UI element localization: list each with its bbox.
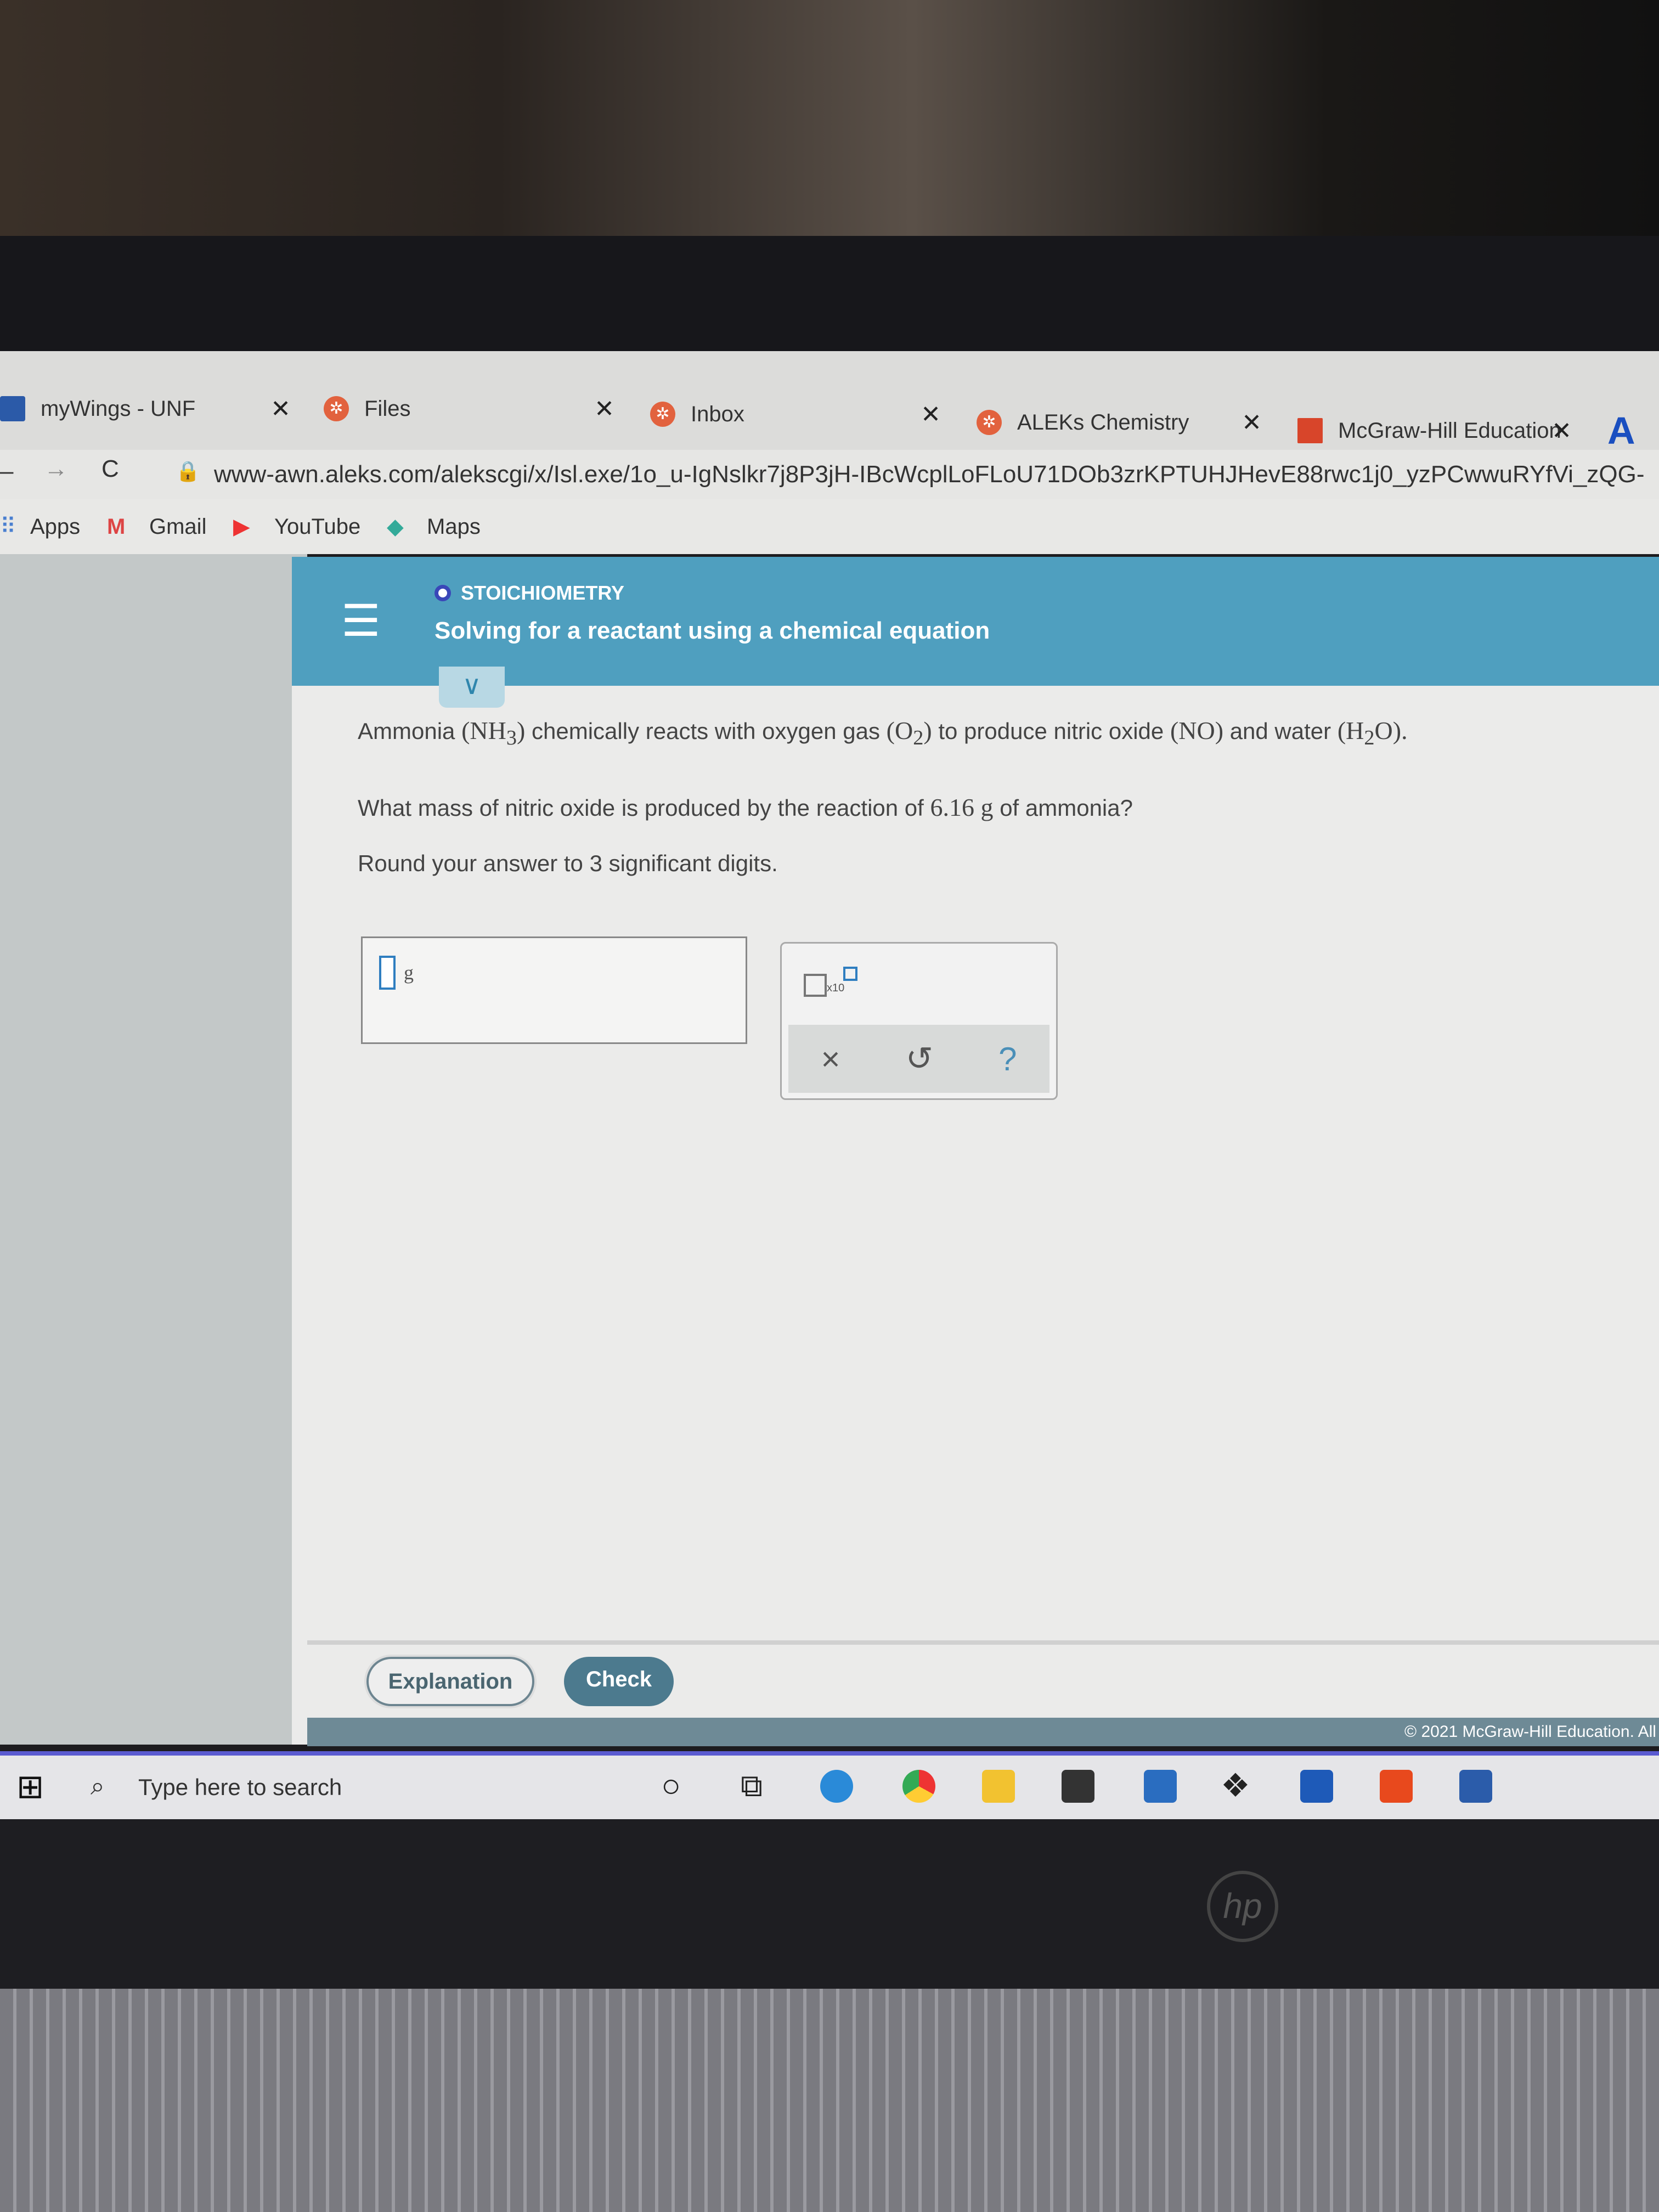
edge-icon[interactable] xyxy=(820,1770,853,1803)
url-input[interactable]: www-awn.aleks.com/alekscgi/x/Isl.exe/1o_… xyxy=(214,456,1659,524)
screen-bezel xyxy=(0,236,1659,351)
task-view-icon[interactable]: ⧉ xyxy=(741,1768,763,1804)
menu-icon[interactable]: ☰ xyxy=(341,595,381,646)
tab-label: myWings - UNF xyxy=(41,396,196,421)
left-margin xyxy=(0,554,307,1745)
reload-icon[interactable]: C xyxy=(101,455,119,483)
close-icon[interactable]: ✕ xyxy=(921,400,941,428)
dropbox-icon[interactable]: ❖ xyxy=(1221,1767,1250,1805)
formula-nh3: (NH3) xyxy=(461,716,526,750)
app-icon[interactable] xyxy=(1300,1770,1333,1803)
close-icon[interactable]: ✕ xyxy=(1551,417,1572,445)
tab-label: McGraw-Hill Education xyxy=(1338,418,1561,443)
bookmark-apps[interactable]: Apps xyxy=(30,515,80,539)
close-icon[interactable]: ✕ xyxy=(594,395,614,423)
tab-inbox[interactable]: ✲ Inbox ✕ xyxy=(650,390,941,439)
mail-icon[interactable] xyxy=(1144,1770,1177,1803)
answer-field[interactable] xyxy=(379,956,396,990)
tab-label: Inbox xyxy=(691,402,744,426)
check-button[interactable]: Check xyxy=(564,1657,674,1706)
taskbar-search-input[interactable]: Type here to search xyxy=(138,1774,342,1801)
question-prompt: What mass of nitric oxide is produced by… xyxy=(358,793,1133,821)
help-button[interactable]: ? xyxy=(998,1040,1017,1078)
copyright: © 2021 McGraw-Hill Education. All xyxy=(1404,1723,1656,1741)
office-icon[interactable] xyxy=(1380,1770,1413,1803)
bookmarks-bar: ⠿ Apps M Gmail ▶ YouTube ◆ Maps xyxy=(0,499,1659,554)
store-icon[interactable] xyxy=(1062,1770,1094,1803)
word-icon[interactable] xyxy=(1459,1770,1492,1803)
formula-o2: (O2) xyxy=(886,716,932,750)
canvas-icon: ✲ xyxy=(977,410,1002,435)
rounding-instruction: Round your answer to 3 significant digit… xyxy=(358,850,778,876)
unit-label: g xyxy=(404,962,414,984)
tab-mcgraw-hill[interactable]: McGraw-Hill Education ✕ xyxy=(1297,406,1572,455)
text: Ammonia xyxy=(358,718,455,744)
close-icon[interactable]: ✕ xyxy=(270,395,291,423)
footer: © 2021 McGraw-Hill Education. All xyxy=(307,1718,1659,1746)
lock-icon: 🔒 xyxy=(176,460,200,482)
tab-label: Files xyxy=(364,396,411,421)
unf-icon xyxy=(0,396,25,421)
taskbar: ⊞ ⌕ Type here to search ○ ⧉ ❖ xyxy=(0,1751,1659,1819)
divider xyxy=(307,1640,1659,1645)
scientific-notation-button[interactable] xyxy=(804,974,827,997)
gmail-icon: M xyxy=(107,514,126,539)
apps-icon: ⠿ xyxy=(0,515,16,539)
close-icon[interactable]: ✕ xyxy=(1242,409,1262,437)
math-palette: x10 × ↺ ? xyxy=(780,942,1058,1100)
maps-icon: ◆ xyxy=(387,515,404,539)
canvas-icon: ✲ xyxy=(650,402,675,427)
address-bar: – → C 🔒 www-awn.aleks.com/alekscgi/x/Isl… xyxy=(0,450,1659,524)
tab-label: ALEKs Chemistry xyxy=(1017,410,1189,435)
chrome-icon[interactable] xyxy=(902,1770,935,1803)
aleks-tab-icon[interactable]: A xyxy=(1607,409,1635,453)
bookmark-youtube[interactable]: YouTube xyxy=(274,515,360,539)
answer-input[interactable]: g xyxy=(361,936,747,1044)
mass-value: 6.16 g xyxy=(930,793,994,821)
text: to produce nitric oxide xyxy=(938,718,1164,744)
topic-text: STOICHIOMETRY xyxy=(461,582,625,604)
page-title: Solving for a reactant using a chemical … xyxy=(435,617,990,644)
laptop-bezel xyxy=(0,1819,1659,1989)
exponent-box-icon xyxy=(843,967,857,981)
topic-label: STOICHIOMETRY xyxy=(435,582,624,605)
canvas-icon: ✲ xyxy=(324,396,349,421)
search-icon: ⌕ xyxy=(91,1771,105,1800)
mcgraw-hill-icon xyxy=(1297,418,1323,443)
explanation-button[interactable]: Explanation xyxy=(366,1657,534,1706)
forward-icon[interactable]: → xyxy=(44,455,68,483)
tab-files[interactable]: ✲ Files ✕ xyxy=(324,384,614,433)
back-icon[interactable]: – xyxy=(0,458,13,485)
youtube-icon: ▶ xyxy=(233,515,250,539)
chevron-down-icon[interactable]: ∨ xyxy=(439,667,505,708)
file-explorer-icon[interactable] xyxy=(982,1770,1015,1803)
cortana-icon[interactable]: ○ xyxy=(661,1767,681,1804)
laptop-keyboard xyxy=(0,1989,1659,2212)
tab-mywings[interactable]: myWings - UNF ✕ xyxy=(0,384,291,433)
formula-h2o: (H2O). xyxy=(1337,716,1408,750)
topic-circle-icon xyxy=(435,585,451,601)
bookmark-gmail[interactable]: Gmail xyxy=(149,515,206,539)
x10-label: x10 xyxy=(827,982,845,994)
hp-logo: hp xyxy=(1207,1871,1278,1942)
background-photo xyxy=(0,0,1659,236)
tab-aleks-chemistry[interactable]: ✲ ALEKs Chemistry ✕ xyxy=(977,398,1262,447)
windows-start-icon[interactable]: ⊞ xyxy=(16,1768,44,1806)
undo-button[interactable]: ↺ xyxy=(906,1040,933,1078)
formula-no: (NO) xyxy=(1170,716,1224,744)
tab-strip: myWings - UNF ✕ ✲ Files ✕ ✲ Inbox ✕ ✲ ALEKs Ch… xyxy=(0,351,1659,453)
clear-button[interactable]: × xyxy=(821,1040,840,1078)
question-statement: Ammonia (NH3) chemically reacts with oxy… xyxy=(358,716,1408,750)
text: and water xyxy=(1229,718,1331,744)
text: chemically reacts with oxygen gas xyxy=(532,718,880,744)
bookmark-maps[interactable]: Maps xyxy=(427,515,481,539)
